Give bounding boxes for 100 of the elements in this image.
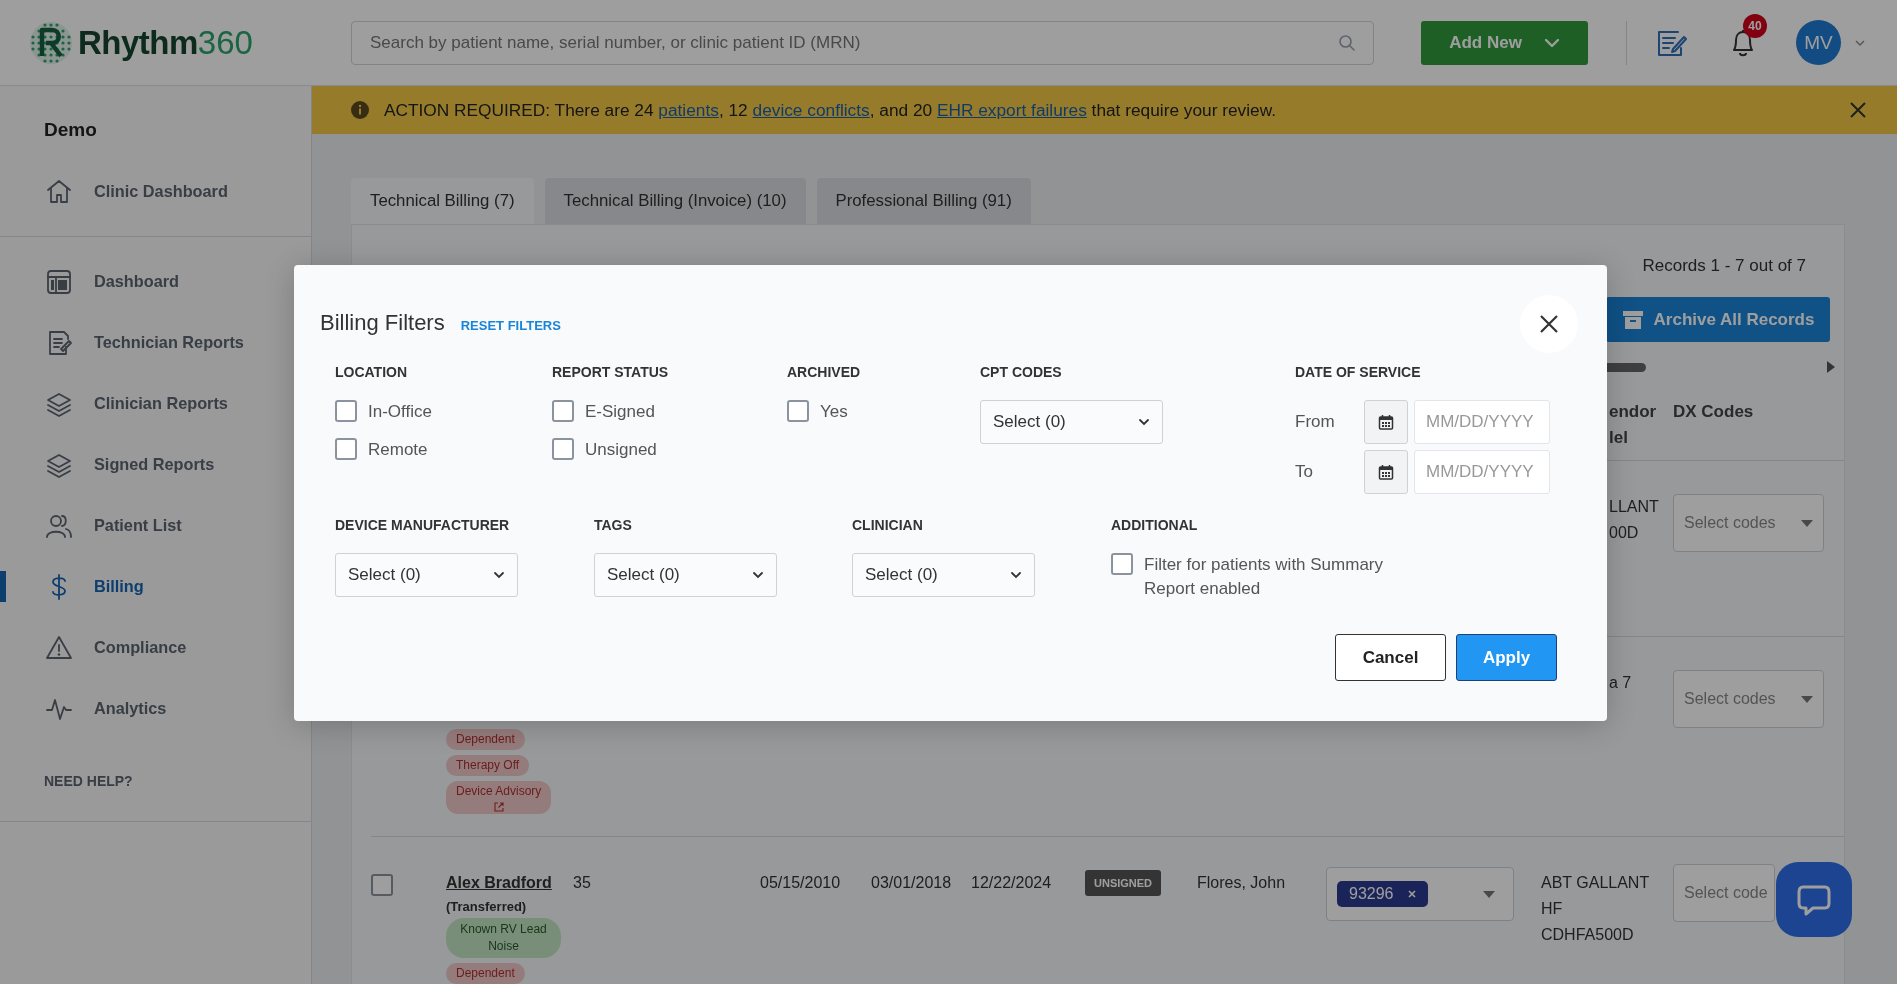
banner-link[interactable]: EHR export failures [936,99,1087,120]
caret-down-icon [1483,890,1495,898]
filter-label: LOCATION [335,364,409,380]
sidebar-item[interactable]: Dashboard [0,251,311,312]
checkbox[interactable] [552,438,574,460]
records-count: Records 1 - 7 out of 7 [1642,256,1806,276]
codes-dropdown[interactable]: Select code [1673,864,1775,922]
checkbox[interactable] [552,400,574,422]
checkbox[interactable] [335,438,357,460]
home-icon [45,177,73,206]
filter-label: CPT CODES [980,364,1063,380]
checkbox-label: Yes [820,401,848,423]
table-cell-text: CDHFA500D [1541,925,1635,945]
calendar-button[interactable] [1364,400,1408,444]
table-cell: 03/01/2018 [871,874,952,891]
banner-link[interactable]: patients [658,99,719,120]
sidebar-item[interactable]: Signed Reports [0,434,311,495]
chevron-down-icon [1543,37,1560,48]
close-icon [1539,314,1559,334]
logo-mark-icon [28,19,74,66]
filter-dropdown[interactable]: Select (0) [980,400,1163,444]
column-header: endor [1609,401,1658,423]
calendar-button[interactable] [1364,450,1408,494]
sidebar-item[interactable]: Analytics [0,678,311,739]
table-cell-text: 00D [1609,523,1640,543]
patient-note: (Transferred) [446,898,528,916]
alert-message: ACTION REQUIRED: There are 24 patients, 12 device conflicts, and 20 EHR export failures that require your review. [384,99,1277,121]
calendar-icon [1378,464,1394,480]
chat-button[interactable] [1776,862,1852,937]
logo-text: Rhythm [78,23,198,62]
date-field[interactable]: MM/DD/YYYY [1414,450,1550,494]
date-field[interactable]: MM/DD/YYYY [1414,400,1550,444]
checkbox-label: Remote [368,439,428,461]
codes-dropdown[interactable]: Select codes [1673,494,1824,552]
dialog-title: Billing Filters [320,310,445,336]
banner-link[interactable]: device conflicts [752,99,870,120]
caret-down-icon [1801,519,1813,527]
table-cell-text: ABT GALLANT [1541,873,1651,893]
checkbox-label: In-Office [368,401,432,423]
tag: Therapy Off [446,755,530,776]
table-cell-text: LLANT [1609,497,1660,517]
tag: Dependent [446,729,525,750]
table-cell: 35 [573,874,591,891]
chevron-down-icon [493,571,505,579]
chevron-down-icon [1138,418,1150,426]
caret-down-icon [1801,695,1813,703]
tab[interactable]: Technical Billing (Invoice) (10) [544,178,806,224]
chat-bubble-icon [1797,883,1831,916]
checkbox[interactable] [1111,553,1133,575]
chevron-down-icon [1010,571,1022,579]
filter-label: ADDITIONAL [1111,517,1199,533]
filter-label: DATE OF SERVICE [1295,364,1422,380]
tag: Device Advisory [446,781,552,814]
checkbox-label: Filter for patients with Summary Report enabled [1144,554,1384,600]
filter-label: CLINICIAN [852,517,924,533]
close-button[interactable] [1849,101,1867,119]
search-field[interactable]: Search by patient name, serial number, or clinic patient ID (MRN) [351,20,1374,65]
date-label: From [1295,412,1336,432]
scroll-right-icon [1826,360,1836,374]
checkbox-label: E-Signed [585,401,655,423]
filter-label: REPORT STATUS [552,364,670,380]
sidebar-item[interactable]: Billing [0,556,311,617]
chevron-down-icon [752,571,764,579]
checkbox[interactable] [787,400,809,422]
apply-button[interactable]: Apply [1456,634,1557,681]
filter-dropdown[interactable]: Select (0) [335,553,518,597]
logo-number: 360 [197,23,253,62]
code-chip: 93296 [1337,881,1428,907]
filter-dropdown[interactable]: Select (0) [594,553,777,597]
reset-filters-link[interactable]: RESET FILTERS [460,318,561,333]
table-cell-text: a 7 [1609,673,1633,693]
tab[interactable]: Technical Billing (7) [351,178,534,224]
row-checkbox[interactable] [371,874,393,896]
warning-icon [45,633,73,662]
archive-box-icon [1621,309,1644,330]
tag: Dependent [446,963,525,984]
column-header: DX Codes [1673,401,1755,423]
clinic-name: Demo [43,118,98,142]
caret-icon [1855,39,1865,46]
sidebar-item[interactable]: Clinic Dashboard [0,161,311,222]
cpt-code-select[interactable]: 93296 [1326,867,1514,921]
tab[interactable]: Professional Billing (91) [816,178,1031,224]
sidebar-item[interactable]: Clinician Reports [0,373,311,434]
archive-all-button[interactable]: Archive All Records [1606,297,1830,342]
sidebar-item[interactable]: Compliance [0,617,311,678]
notification-count: 40 [1743,13,1767,38]
filter-label: DEVICE MANUFACTURER [335,517,511,533]
cancel-button[interactable]: Cancel [1335,634,1446,681]
filter-dropdown[interactable]: Select (0) [852,553,1035,597]
help-link[interactable]: NEED HELP? [0,739,311,822]
user-avatar[interactable]: MV [1796,20,1841,65]
add-new-button[interactable]: Add New [1421,20,1588,65]
table-cell: 12/22/2024 [971,874,1052,891]
patient-name-link[interactable]: Alex Bradford [446,870,552,896]
date-label: To [1295,462,1314,482]
codes-dropdown[interactable]: Select codes [1673,670,1824,728]
sidebar-item[interactable]: Patient List [0,495,311,556]
checkbox[interactable] [335,400,357,422]
close-icon [1849,101,1867,119]
sidebar-item[interactable]: Technician Reports [0,312,311,373]
